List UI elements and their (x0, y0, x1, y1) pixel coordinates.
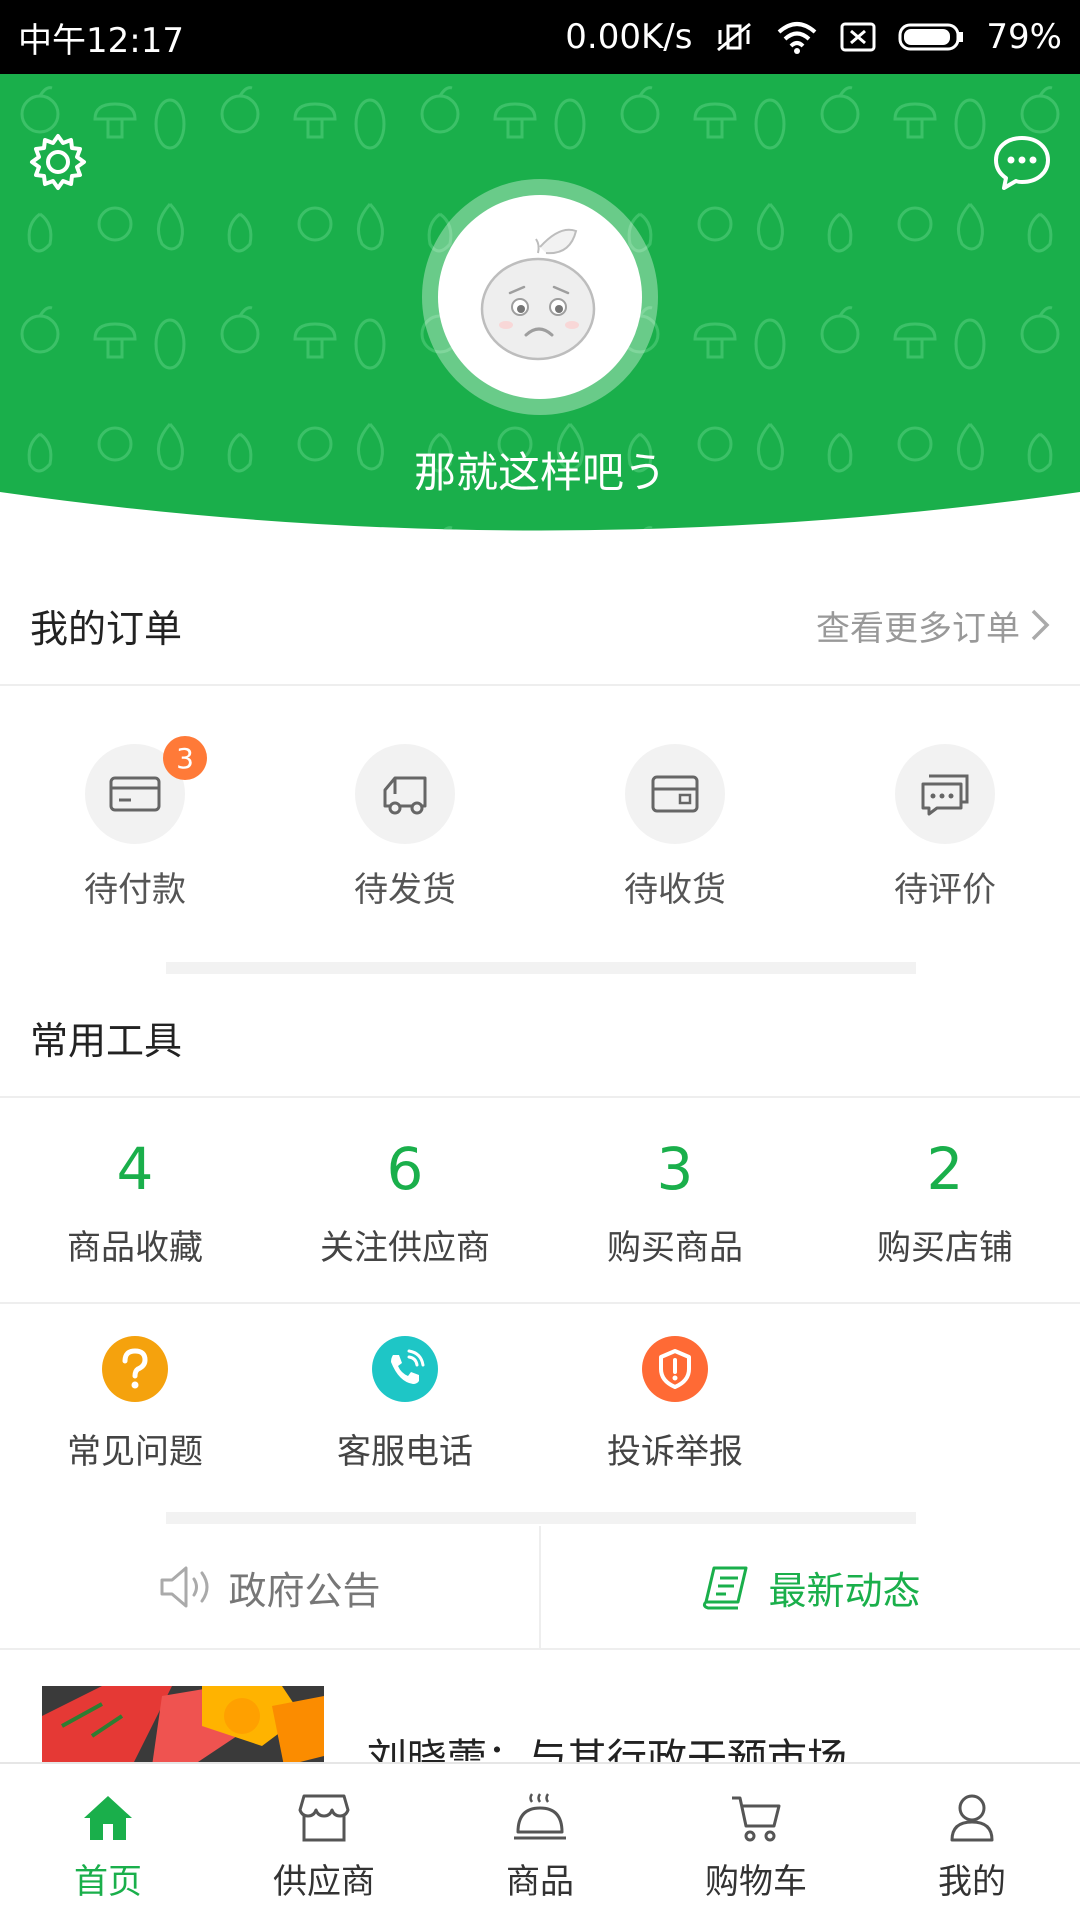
sad-fruit-avatar-icon (480, 228, 596, 361)
section-divider (166, 962, 916, 974)
help-label: 客服电话 (337, 1432, 473, 1472)
tab-mine[interactable]: 我的 (864, 1764, 1080, 1920)
status-indicators: 0.00K/s 79% (565, 17, 1062, 57)
avatar-ring[interactable] (422, 179, 658, 415)
box-icon (651, 775, 699, 813)
news-tabs: 政府公告 最新动态 (0, 1526, 1080, 1650)
complaint-report-link[interactable]: 投诉举报 (540, 1306, 810, 1510)
help-links-row: 常见问题 客服电话 投诉举报 (0, 1306, 1080, 1510)
stat-value: 3 (656, 1135, 694, 1203)
order-label: 待付款 (84, 870, 186, 910)
help-label: 投诉举报 (607, 1432, 743, 1472)
tab-label: 商品 (506, 1862, 574, 1902)
tab-government-label: 政府公告 (228, 1568, 381, 1613)
stat-label: 购买店铺 (877, 1228, 1013, 1268)
tab-label: 我的 (938, 1862, 1006, 1902)
stat-value: 4 (116, 1135, 154, 1203)
cart-icon (732, 1796, 781, 1842)
view-more-orders-link[interactable]: 查看更多订单 (816, 601, 1050, 650)
orders-header: 我的订单 查看更多订单 (0, 566, 1080, 686)
stat-purchased-products[interactable]: 3 购买商品 (540, 1100, 810, 1302)
order-pending-review[interactable]: 待评价 (810, 688, 1080, 958)
dish-icon (514, 1793, 566, 1840)
order-icon-circle (895, 744, 995, 844)
battery-icon (898, 22, 964, 52)
tab-label: 首页 (74, 1862, 142, 1902)
tab-government-notices[interactable]: 政府公告 (0, 1526, 541, 1648)
store-icon (298, 1794, 350, 1842)
stat-label: 关注供应商 (320, 1228, 490, 1268)
no-sim-icon (840, 22, 876, 52)
article-title: 刘晓蕾：与其行政干预市场 (367, 1736, 847, 1766)
news-scroll-icon (703, 1566, 748, 1610)
order-status-row: 3 待付款 待发货 待收货 待评价 (0, 688, 1080, 958)
stat-value: 2 (926, 1135, 964, 1203)
tab-cart[interactable]: 购物车 (648, 1764, 864, 1920)
order-label: 待收货 (624, 870, 726, 910)
tab-label: 购物车 (705, 1862, 807, 1902)
shield-icon (642, 1336, 708, 1402)
chevron-right-icon (1031, 609, 1050, 641)
tab-products[interactable]: 商品 (432, 1764, 648, 1920)
order-pending-shipment[interactable]: 待发货 (270, 688, 540, 958)
username: 那就这样吧う (413, 448, 666, 497)
vibrate-off-icon (714, 20, 754, 54)
order-icon-circle (625, 744, 725, 844)
tools-header: 常用工具 (0, 978, 1080, 1098)
home-icon (84, 1796, 132, 1840)
article-thumbnail (42, 1686, 324, 1766)
customer-service-link[interactable]: 客服电话 (270, 1306, 540, 1510)
network-speed: 0.00K/s (565, 17, 693, 57)
faq-link[interactable]: 常见问题 (0, 1306, 270, 1510)
stat-label: 商品收藏 (67, 1228, 203, 1268)
profile-header: 那就这样吧う (0, 74, 1080, 568)
news-article-item[interactable]: 刘晓蕾：与其行政干预市场 (42, 1686, 1042, 1766)
message-button[interactable] (990, 130, 1054, 194)
settings-button[interactable] (26, 130, 90, 194)
stat-purchased-stores[interactable]: 2 购买店铺 (810, 1100, 1080, 1302)
tab-suppliers[interactable]: 供应商 (216, 1764, 432, 1920)
section-divider (166, 1512, 916, 1524)
tab-label: 供应商 (273, 1862, 375, 1902)
pending-payment-badge: 3 (163, 736, 207, 780)
stats-row: 4 商品收藏 6 关注供应商 3 购买商品 2 购买店铺 (0, 1100, 1080, 1304)
help-label: 常见问题 (67, 1432, 203, 1472)
user-icon (950, 1794, 994, 1842)
truck-icon (383, 776, 427, 815)
question-icon (102, 1336, 168, 1402)
avatar (438, 195, 642, 399)
comment-icon (921, 774, 969, 816)
speaker-icon (160, 1566, 209, 1608)
order-pending-payment[interactable]: 3 待付款 (0, 688, 270, 958)
stat-followed-suppliers[interactable]: 6 关注供应商 (270, 1100, 540, 1302)
order-icon-circle: 3 (85, 736, 207, 844)
bottom-tab-bar: 首页 供应商 商品 购物车 我的 (0, 1762, 1080, 1920)
order-label: 待评价 (894, 870, 996, 910)
chat-bubble-icon (994, 136, 1050, 190)
stat-label: 购买商品 (607, 1228, 743, 1268)
tab-home[interactable]: 首页 (0, 1764, 216, 1920)
stat-favorite-products[interactable]: 4 商品收藏 (0, 1100, 270, 1302)
order-icon-circle (355, 744, 455, 844)
wifi-icon (776, 20, 818, 54)
tab-latest-news[interactable]: 最新动态 (541, 1526, 1080, 1648)
status-bar: 中午12:17 0.00K/s 79% (0, 0, 1080, 74)
battery-percent: 79% (986, 17, 1062, 57)
gear-icon (30, 134, 86, 190)
status-time: 中午12:17 (18, 20, 184, 61)
card-icon (109, 776, 161, 812)
tools-title: 常用工具 (30, 1018, 183, 1063)
orders-title: 我的订单 (30, 606, 183, 651)
order-label: 待发货 (354, 870, 456, 910)
order-pending-receipt[interactable]: 待收货 (540, 688, 810, 958)
view-more-orders-label: 查看更多订单 (816, 608, 1020, 649)
stat-value: 6 (386, 1135, 424, 1203)
phone-icon (372, 1336, 438, 1402)
tab-latest-label: 最新动态 (768, 1568, 921, 1613)
